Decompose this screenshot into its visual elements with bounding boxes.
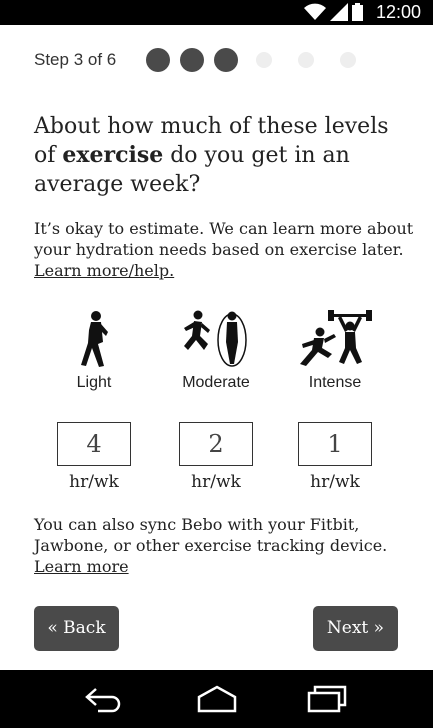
running-jump-rope-icon (156, 310, 276, 368)
level-intense: Intense 1 hr/wk (275, 310, 395, 492)
question-emphasis: exercise (62, 142, 164, 168)
step-progress: Step 3 of 6 (34, 46, 374, 74)
level-label-light: Light (76, 374, 112, 391)
progress-dots (146, 48, 374, 72)
learn-more-link[interactable]: Learn more (34, 557, 129, 576)
level-label-intense: Intense (308, 374, 362, 391)
sync-text: You can also sync Bebo with your Fitbit,… (34, 514, 404, 577)
progress-dot-3 (214, 48, 238, 72)
status-icons (304, 3, 363, 21)
hours-input-intense[interactable]: 1 (298, 422, 372, 466)
progress-dot-5 (298, 52, 314, 68)
intro-text: It’s okay to estimate. We can learn more… (34, 218, 414, 281)
progress-dot-6 (340, 52, 356, 68)
back-arrow-icon[interactable] (84, 685, 122, 717)
level-moderate: Moderate 2 hr/wk (156, 310, 276, 492)
hours-input-moderate[interactable]: 2 (179, 422, 253, 466)
unit-label-light: hr/wk (69, 472, 119, 492)
next-button[interactable]: Next » (313, 606, 398, 651)
status-bar: 12:00 (0, 0, 433, 25)
level-label-moderate: Moderate (182, 374, 250, 391)
progress-dot-2 (180, 48, 204, 72)
progress-dot-4 (256, 52, 272, 68)
back-button[interactable]: « Back (34, 606, 119, 651)
intro-body: It’s okay to estimate. We can learn more… (34, 219, 414, 259)
hours-input-light[interactable]: 4 (57, 422, 131, 466)
wifi-icon (304, 3, 326, 21)
unit-label-intense: hr/wk (310, 472, 360, 492)
question-heading: About how much of these levels of exerci… (34, 112, 414, 199)
navigation-bar (0, 670, 433, 728)
signal-icon (330, 3, 348, 21)
progress-dot-1 (146, 48, 170, 72)
recent-apps-icon[interactable] (306, 685, 348, 717)
step-label: Step 3 of 6 (34, 50, 117, 69)
battery-icon (352, 3, 363, 21)
sprint-weightlifting-icon (275, 310, 395, 368)
level-light: Light 4 hr/wk (34, 310, 154, 492)
home-icon[interactable] (196, 685, 238, 717)
learn-more-help-link[interactable]: Learn more/help. (34, 261, 174, 280)
sync-body: You can also sync Bebo with your Fitbit,… (34, 515, 388, 555)
walking-icon (34, 310, 154, 368)
status-time: 12:00 (375, 2, 421, 22)
unit-label-moderate: hr/wk (191, 472, 241, 492)
